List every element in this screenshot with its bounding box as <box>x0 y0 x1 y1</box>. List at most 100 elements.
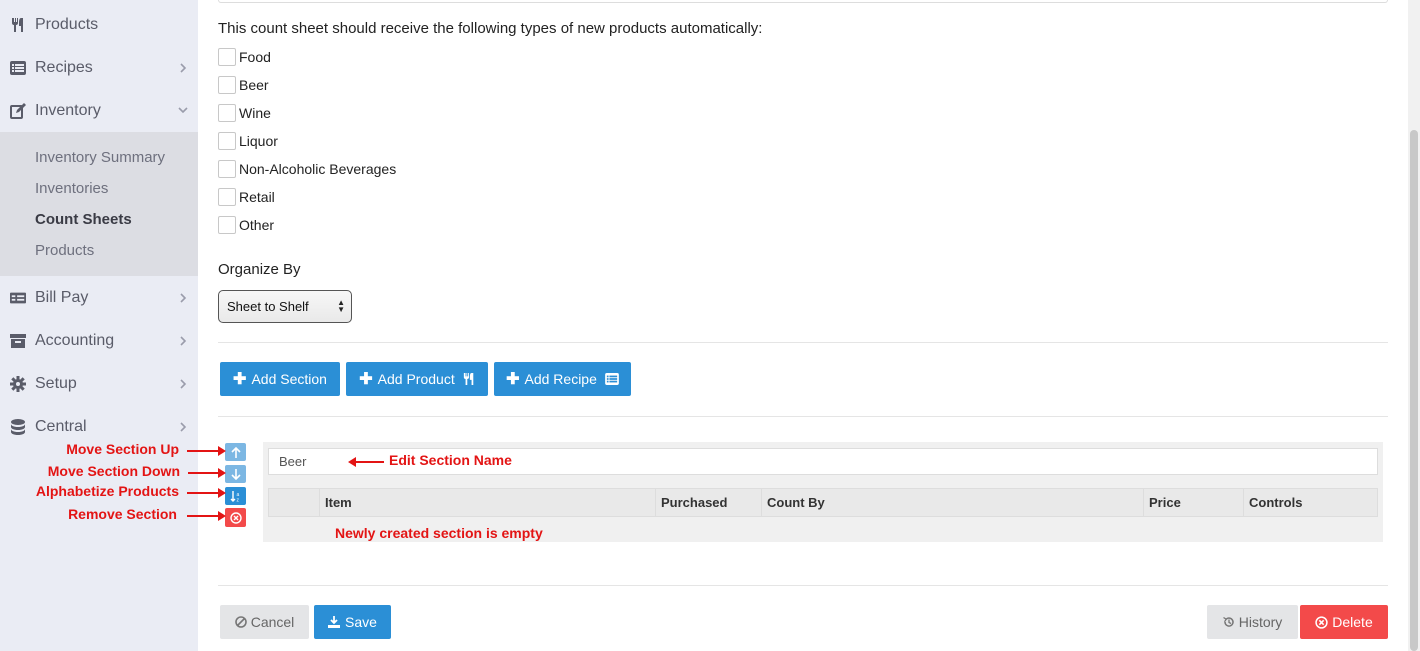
section-name-value: Beer <box>279 454 307 469</box>
annotation-remove: Remove Section <box>68 506 177 522</box>
save-button[interactable]: Save <box>314 605 391 639</box>
times-circle-icon <box>229 511 242 524</box>
sidebar-item-label: Inventory <box>35 101 101 119</box>
arrow-down-icon <box>230 468 241 480</box>
sidebar-item-label: Bill Pay <box>35 288 89 306</box>
checkbox[interactable] <box>218 76 236 94</box>
checkbox-label: Liquor <box>239 133 278 149</box>
checkbox-label: Wine <box>239 105 271 121</box>
download-icon <box>328 616 341 628</box>
times-circle-icon <box>1315 615 1328 629</box>
sidebar-item-recipes[interactable]: Recipes <box>0 46 198 89</box>
submenu-item-products[interactable]: Products <box>35 242 94 259</box>
checkbox-label: Non-Alcoholic Beverages <box>239 161 397 177</box>
chevron-right-icon <box>178 378 188 389</box>
alphabetize-products-button[interactable]: az <box>225 487 246 505</box>
sort-alpha-icon: az <box>230 490 239 502</box>
column-header-count-by: Count By <box>761 489 1143 516</box>
checkbox[interactable] <box>218 160 236 178</box>
sidebar-item-setup[interactable]: Setup <box>0 362 198 405</box>
database-icon <box>10 418 26 435</box>
checkbox[interactable] <box>218 132 236 150</box>
annotation-empty-section: Newly created section is empty <box>335 525 543 541</box>
sidebar-item-label: Accounting <box>35 331 115 349</box>
list-icon <box>10 60 26 76</box>
sidebar-item-label: Setup <box>35 374 77 392</box>
divider <box>218 342 1388 343</box>
inventory-submenu: Inventory Summary Inventories Count Shee… <box>0 132 198 276</box>
move-section-down-button[interactable] <box>225 465 246 483</box>
utensils-icon <box>463 372 475 386</box>
history-icon <box>1222 616 1234 627</box>
plus-icon: ✚ <box>359 371 373 388</box>
divider <box>218 416 1388 417</box>
checkbox[interactable] <box>218 48 236 66</box>
organize-by-label: Organize By <box>218 261 301 278</box>
sidebar: Products Recipes Inventory Inventory Sum… <box>0 0 198 651</box>
column-header-controls: Controls <box>1243 489 1378 516</box>
history-button[interactable]: History <box>1207 605 1298 639</box>
column-header-item: Item <box>319 489 655 516</box>
plus-icon: ✚ <box>233 371 247 388</box>
annotation-arrow <box>187 488 226 498</box>
checkbox-beer[interactable]: Beer <box>218 76 269 94</box>
section-table-header: Item Purchased Count By Price Controls <box>268 488 1378 517</box>
svg-text:z: z <box>236 497 239 502</box>
annotation-alphabetize: Alphabetize Products <box>35 483 179 499</box>
chevron-down-icon <box>178 106 188 116</box>
main-content <box>208 0 1398 651</box>
list-icon <box>605 373 619 385</box>
chevron-right-icon <box>178 335 188 346</box>
submenu-item-count-sheets[interactable]: Count Sheets <box>35 211 132 228</box>
annotation-arrow <box>187 446 226 456</box>
annotation-arrow <box>188 468 226 478</box>
submenu-item-inventory-summary[interactable]: Inventory Summary <box>35 149 165 166</box>
select-value: Sheet to Shelf <box>227 299 309 314</box>
annotation-move-up: Move Section Up <box>66 441 179 457</box>
annotation-arrow <box>187 511 226 521</box>
previous-field[interactable] <box>218 0 1388 3</box>
sidebar-item-accounting[interactable]: Accounting <box>0 319 198 362</box>
sidebar-item-label: Central <box>35 417 87 435</box>
add-section-button[interactable]: ✚ Add Section <box>220 362 340 396</box>
scrollbar-thumb[interactable] <box>1410 130 1418 651</box>
checkbox-food[interactable]: Food <box>218 48 271 66</box>
annotation-arrow <box>348 457 384 467</box>
move-section-up-button[interactable] <box>225 443 246 461</box>
checkbox-label: Retail <box>239 189 275 205</box>
remove-section-button[interactable] <box>225 508 246 527</box>
submenu-item-inventories[interactable]: Inventories <box>35 180 108 197</box>
sidebar-item-products[interactable]: Products <box>0 3 198 46</box>
organize-by-select[interactable]: Sheet to Shelf ▲ ▼ <box>218 290 352 323</box>
checkbox-retail[interactable]: Retail <box>218 188 275 206</box>
checkbox[interactable] <box>218 188 236 206</box>
checkbox-non-alcoholic[interactable]: Non-Alcoholic Beverages <box>218 160 396 178</box>
checkbox-wine[interactable]: Wine <box>218 104 271 122</box>
chevron-right-icon <box>178 421 188 432</box>
checkbox-label: Beer <box>239 77 269 93</box>
arrow-up-icon <box>230 446 241 458</box>
add-product-button[interactable]: ✚ Add Product <box>346 362 488 396</box>
button-label: Save <box>345 614 377 630</box>
delete-button[interactable]: Delete <box>1300 605 1388 639</box>
chevron-right-icon <box>178 292 188 303</box>
utensils-icon <box>10 17 26 33</box>
sidebar-item-bill-pay[interactable]: Bill Pay <box>0 276 198 319</box>
checkbox-liquor[interactable]: Liquor <box>218 132 278 150</box>
button-label: Add Section <box>251 371 327 387</box>
cancel-button[interactable]: Cancel <box>220 605 309 639</box>
checkbox-label: Other <box>239 217 275 233</box>
sidebar-item-inventory[interactable]: Inventory <box>0 89 198 132</box>
divider <box>218 585 1388 586</box>
checkbox[interactable] <box>218 104 236 122</box>
checkbox-other[interactable]: Other <box>218 216 274 234</box>
checkbox-label: Food <box>239 49 271 65</box>
column-header-handle <box>269 489 319 516</box>
button-label: History <box>1238 614 1283 630</box>
receive-types-heading: This count sheet should receive the foll… <box>218 20 763 37</box>
sidebar-item-label: Recipes <box>35 58 93 76</box>
checkbox[interactable] <box>218 216 236 234</box>
add-recipe-button[interactable]: ✚ Add Recipe <box>494 362 631 396</box>
annotation-move-down: Move Section Down <box>47 463 180 479</box>
button-label: Cancel <box>250 614 295 630</box>
